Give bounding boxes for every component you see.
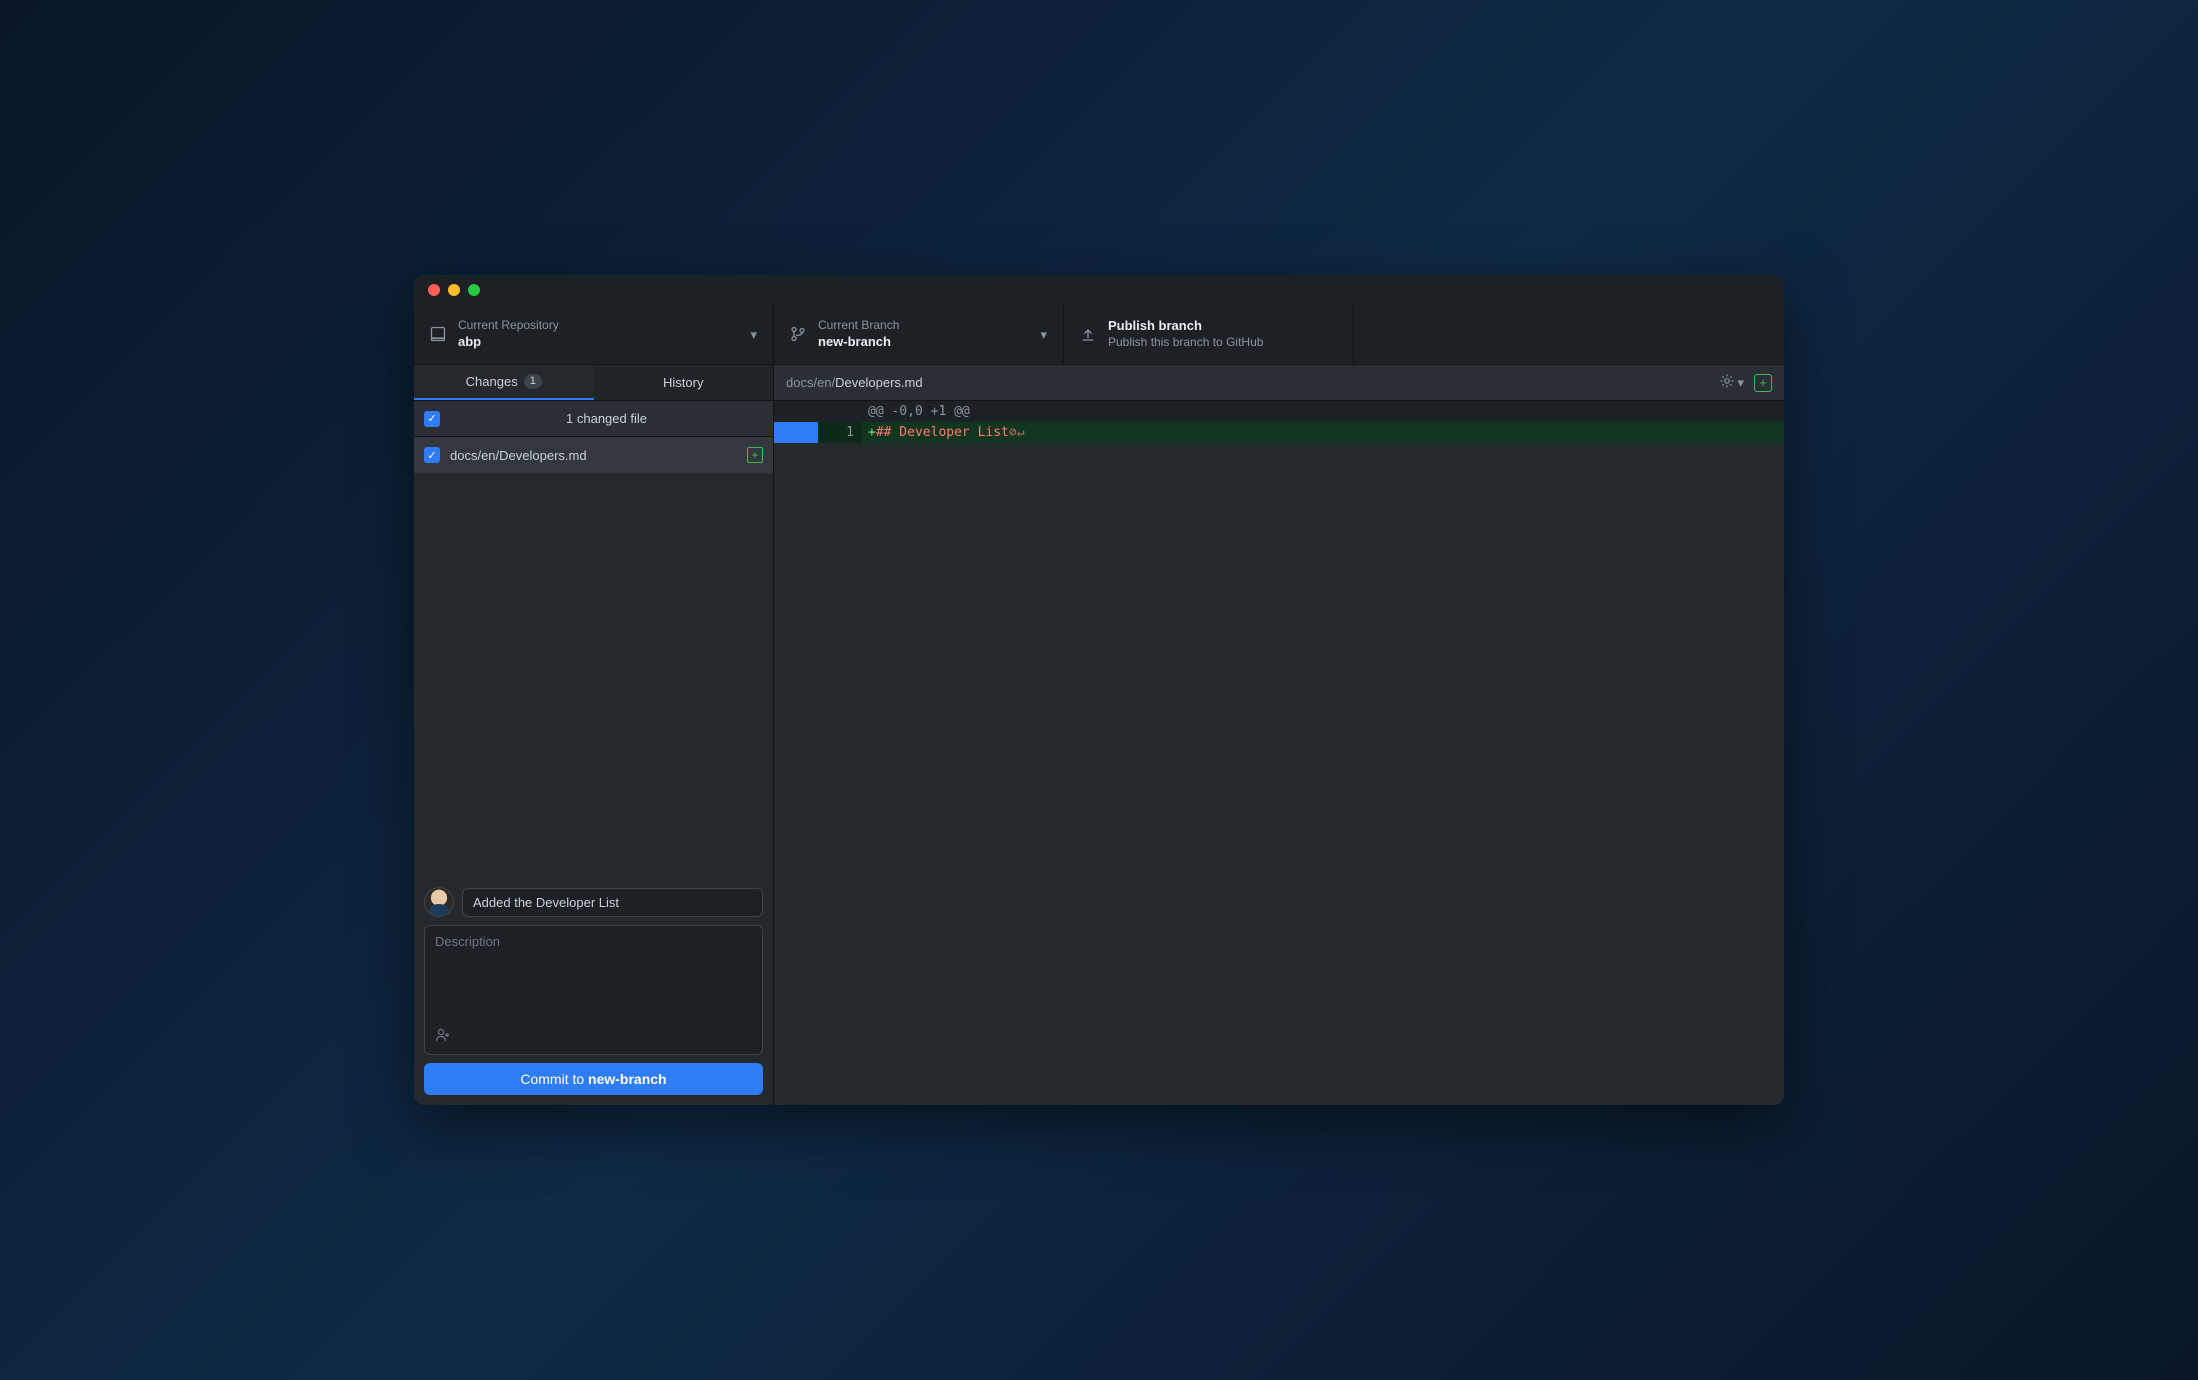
file-status-added-icon: + [747,447,763,463]
branch-selector[interactable]: Current Branch new-branch ▾ [774,305,1064,364]
diff-hunk-header: @@ -0,0 +1 @@ [774,401,1784,422]
commit-summary-input[interactable] [462,888,763,917]
window-zoom-button[interactable] [468,284,480,296]
diff-line-added[interactable]: 1 +## Developer List⊘↵ [774,422,1784,443]
diff-header: docs/en/Developers.md ▾ + [774,365,1784,401]
repo-label: Current Repository [458,318,559,334]
titlebar [414,275,1784,305]
changes-summary: 1 changed file [450,411,763,426]
toolbar: Current Repository abp ▾ Current Branch … [414,305,1784,365]
file-checkbox[interactable]: ✓ [424,447,440,463]
file-row[interactable]: ✓ docs/en/Developers.md + [414,437,773,473]
chevron-down-icon: ▾ [1737,375,1744,391]
branch-icon [790,326,806,342]
gear-icon [1719,373,1735,392]
expand-diff-button[interactable]: + [1754,374,1772,392]
commit-description-box [424,925,763,1055]
file-list: ✓ docs/en/Developers.md + [414,437,773,877]
diff-body[interactable]: @@ -0,0 +1 @@ 1 +## Developer List⊘↵ [774,401,1784,1105]
eol-marker-icon: ⊘↵ [1009,425,1025,440]
branch-label: Current Branch [818,318,899,334]
window-close-button[interactable] [428,284,440,296]
commit-description-input[interactable] [435,934,752,1014]
upload-icon [1080,327,1096,343]
sidebar-tabs: Changes 1 History [414,365,773,401]
commit-button-prefix: Commit to [520,1071,588,1087]
chevron-down-icon: ▾ [750,327,757,343]
diff-dir: docs/en/ [786,375,835,390]
diff-plus: + [868,425,876,440]
branch-value: new-branch [818,334,899,351]
tab-history-label: History [663,375,703,390]
tab-changes-label: Changes [466,374,518,389]
repo-icon [430,326,446,342]
chevron-down-icon: ▾ [1040,327,1047,343]
publish-branch-button[interactable]: Publish branch Publish this branch to Gi… [1064,305,1354,364]
commit-panel: Commit to new-branch [414,877,773,1105]
app-window: Current Repository abp ▾ Current Branch … [414,275,1784,1105]
diff-text: ## Developer List [876,425,1009,440]
commit-button[interactable]: Commit to new-branch [424,1063,763,1095]
diff-pane: docs/en/Developers.md ▾ + @@ -0, [774,365,1784,1105]
avatar[interactable] [424,887,454,917]
repo-selector[interactable]: Current Repository abp ▾ [414,305,774,364]
diff-line-content: +## Developer List⊘↵ [862,422,1031,443]
changes-count-badge: 1 [524,374,542,389]
publish-title: Publish branch [1108,318,1263,335]
body: Changes 1 History ✓ 1 changed file ✓ doc… [414,365,1784,1105]
diff-settings-button[interactable]: ▾ [1719,373,1744,392]
changes-header: ✓ 1 changed file [414,401,773,437]
tab-changes[interactable]: Changes 1 [414,365,594,400]
commit-button-branch: new-branch [588,1071,667,1087]
tab-history[interactable]: History [594,365,774,400]
gutter-old [774,422,818,443]
add-coauthor-icon[interactable] [435,1027,752,1046]
hunk-text: @@ -0,0 +1 @@ [862,401,976,422]
publish-subtitle: Publish this branch to GitHub [1108,335,1263,351]
window-minimize-button[interactable] [448,284,460,296]
diff-file: Developers.md [835,375,922,390]
diff-path: docs/en/Developers.md [786,375,923,390]
gutter-new: 1 [818,422,862,443]
file-path: docs/en/Developers.md [450,448,737,463]
repo-value: abp [458,334,559,351]
sidebar: Changes 1 History ✓ 1 changed file ✓ doc… [414,365,774,1105]
select-all-checkbox[interactable]: ✓ [424,411,440,427]
